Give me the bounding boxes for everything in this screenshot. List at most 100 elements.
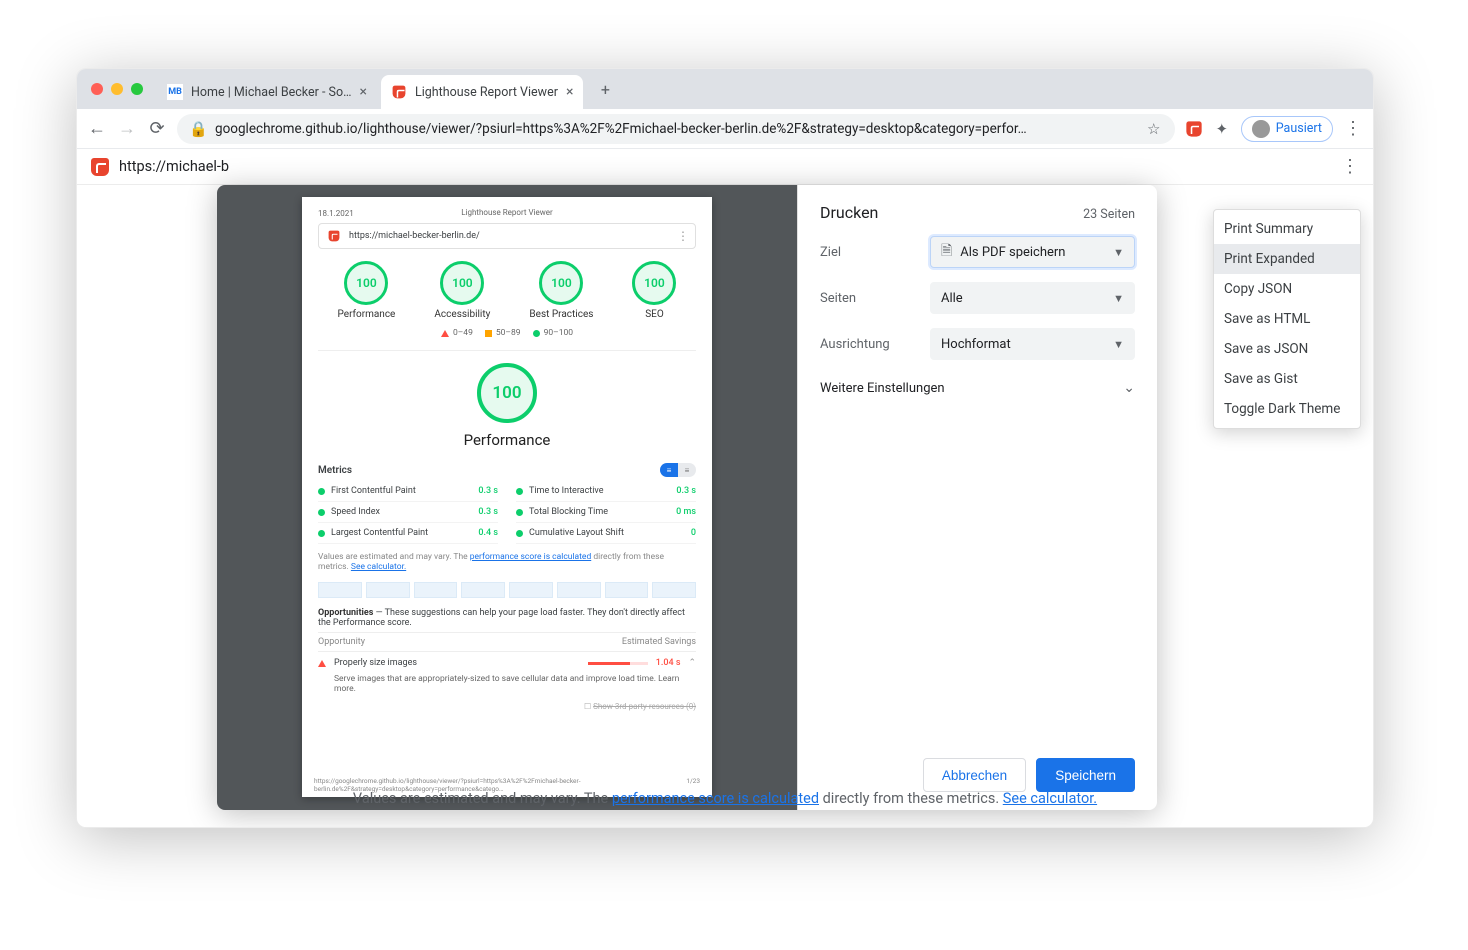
window-minimize-icon[interactable] [111, 83, 123, 95]
chevron-down-icon: ▼ [1113, 246, 1124, 259]
metrics-title: Metrics [318, 465, 352, 476]
back-icon[interactable]: ← [87, 119, 107, 139]
gauge-accessibility: 100Accessibility [434, 261, 490, 320]
tab-favicon-icon: MB [167, 84, 183, 100]
metric-row: Speed Index0.3 s [318, 502, 498, 523]
pass-dot-icon [318, 488, 325, 495]
chevron-down-icon: ▼ [1113, 292, 1124, 305]
print-dialog: 18.1.2021 Lighthouse Report Viewer https… [217, 185, 1157, 810]
filmstrip-frame [414, 582, 458, 598]
print-orientation-label: Ausrichtung [820, 337, 930, 352]
pass-dot-icon [516, 509, 523, 516]
lighthouse-extension-icon[interactable] [1186, 121, 1201, 136]
tab-home-michael-becker[interactable]: MB Home | Michael Becker - Softw × [157, 75, 377, 109]
print-pages-select[interactable]: Alle ▼ [930, 282, 1135, 314]
pass-dot-icon [318, 509, 325, 516]
filmstrip-frame [652, 582, 696, 598]
pass-dot-icon [516, 488, 523, 495]
kebab-icon[interactable]: ⋮ [1341, 156, 1359, 177]
close-icon[interactable]: × [566, 84, 573, 100]
toggle-view-right-icon: ≡ [678, 463, 696, 477]
document-icon: 🗎 [941, 240, 952, 264]
big-gauge-performance: 100 Performance [318, 363, 696, 449]
filmstrip-frame [461, 582, 505, 598]
legend-avg-icon [485, 330, 492, 337]
report-export-menu: Print Summary Print Expanded Copy JSON S… [1213, 209, 1361, 429]
filmstrip-frame [318, 582, 362, 598]
print-dest-label: Ziel [820, 245, 930, 260]
star-icon[interactable]: ☆ [1145, 120, 1163, 138]
link-directly-affect: directly affect [630, 608, 685, 618]
metrics-header: Metrics ≡ ≡ [318, 463, 696, 477]
menu-item-toggle-dark[interactable]: Toggle Dark Theme [1214, 394, 1360, 424]
filmstrip-frame [509, 582, 553, 598]
gauge-best-practices: 100Best Practices [529, 261, 593, 320]
print-preview-pane[interactable]: 18.1.2021 Lighthouse Report Viewer https… [217, 185, 797, 810]
opportunity-name: Properly size images [334, 658, 580, 668]
window-maximize-icon[interactable] [131, 83, 143, 95]
opportunity-row: Properly size images 1.04 s ⌃ [318, 652, 696, 674]
opportunity-detail: Serve images that are appropriately-size… [318, 674, 696, 694]
metrics-grid: First Contentful Paint0.3 s Time to Inte… [318, 481, 696, 544]
metrics-view-toggle: ≡ ≡ [660, 463, 696, 477]
filmstrip-frame [605, 582, 649, 598]
traffic-lights [85, 83, 153, 95]
estimated-savings: 1.04 s [656, 658, 681, 668]
menu-item-print-expanded[interactable]: Print Expanded [1214, 244, 1360, 274]
save-button[interactable]: Speichern [1036, 758, 1135, 792]
toggle-view-left-icon: ≡ [660, 463, 678, 477]
pass-dot-icon [516, 530, 523, 537]
chevron-down-icon: ▼ [1113, 338, 1124, 351]
filmstrip-frame [557, 582, 601, 598]
lighthouse-icon [91, 158, 109, 176]
print-more-settings[interactable]: Weitere Einstellungen ⌄ [820, 374, 1135, 396]
chrome-menu-icon[interactable]: ⋮ [1343, 119, 1363, 139]
metric-row: First Contentful Paint0.3 s [318, 481, 498, 502]
kebab-icon: ⋮ [677, 229, 689, 243]
browser-window: MB Home | Michael Becker - Softw × Light… [76, 68, 1374, 828]
preview-url-box: https://michael-becker-berlin.de/ ⋮ [318, 223, 696, 249]
link-perf-calc[interactable]: performance score is calculated [612, 790, 819, 807]
link-perf-calc: performance score is calculated [470, 552, 591, 562]
metrics-disclaimer: Values are estimated and may vary. The p… [318, 552, 696, 572]
menu-item-save-gist[interactable]: Save as Gist [1214, 364, 1360, 394]
preview-gauges: 100Performance 100Accessibility 100Best … [318, 261, 696, 320]
menu-item-save-json[interactable]: Save as JSON [1214, 334, 1360, 364]
extensions-icon[interactable]: ✦ [1213, 120, 1231, 138]
cancel-button[interactable]: Abbrechen [923, 758, 1026, 792]
link-see-calculator[interactable]: See calculator. [1003, 790, 1097, 807]
tab-title: Home | Michael Becker - Softw [191, 85, 352, 100]
print-orientation-select[interactable]: Hochformat ▼ [930, 328, 1135, 360]
pass-dot-icon [318, 530, 325, 537]
legend-pass-icon [533, 330, 540, 337]
metric-row: Cumulative Layout Shift0 [516, 523, 696, 544]
address-row: ← → ⟳ 🔒 googlechrome.github.io/lighthous… [77, 109, 1373, 149]
print-destination-select[interactable]: 🗎Als PDF speichern ▼ [930, 236, 1135, 268]
filmstrip [318, 582, 696, 598]
lock-icon: 🔒 [189, 120, 207, 138]
gauge-seo: 100SEO [632, 261, 676, 320]
opportunities-header: Opportunities — These suggestions can he… [318, 608, 696, 628]
menu-item-copy-json[interactable]: Copy JSON [1214, 274, 1360, 304]
new-tab-button[interactable]: + [591, 75, 619, 103]
address-bar[interactable]: 🔒 googlechrome.github.io/lighthouse/view… [177, 114, 1175, 144]
page-disclaimer: Values are estimated and may vary. The p… [77, 790, 1373, 807]
close-icon[interactable]: × [360, 84, 367, 100]
tab-lighthouse-report[interactable]: Lighthouse Report Viewer × [381, 75, 583, 109]
metric-row: Time to Interactive0.3 s [516, 481, 696, 502]
forward-icon[interactable]: → [117, 119, 137, 139]
chevron-up-icon: ⌃ [688, 658, 696, 668]
opportunity-columns: Opportunity Estimated Savings [318, 632, 696, 652]
chevron-down-icon: ⌄ [1123, 380, 1135, 396]
metric-row: Largest Contentful Paint0.4 s [318, 523, 498, 544]
reload-icon[interactable]: ⟳ [147, 119, 167, 139]
print-title: Drucken [820, 203, 878, 222]
profile-status: Pausiert [1276, 121, 1322, 136]
menu-item-print-summary[interactable]: Print Summary [1214, 214, 1360, 244]
savings-bar [588, 662, 648, 665]
menu-item-save-html[interactable]: Save as HTML [1214, 304, 1360, 334]
window-close-icon[interactable] [91, 83, 103, 95]
profile-button[interactable]: Pausiert [1241, 116, 1333, 142]
metric-row: Total Blocking Time0 ms [516, 502, 696, 523]
legend-fail-icon [441, 330, 449, 337]
